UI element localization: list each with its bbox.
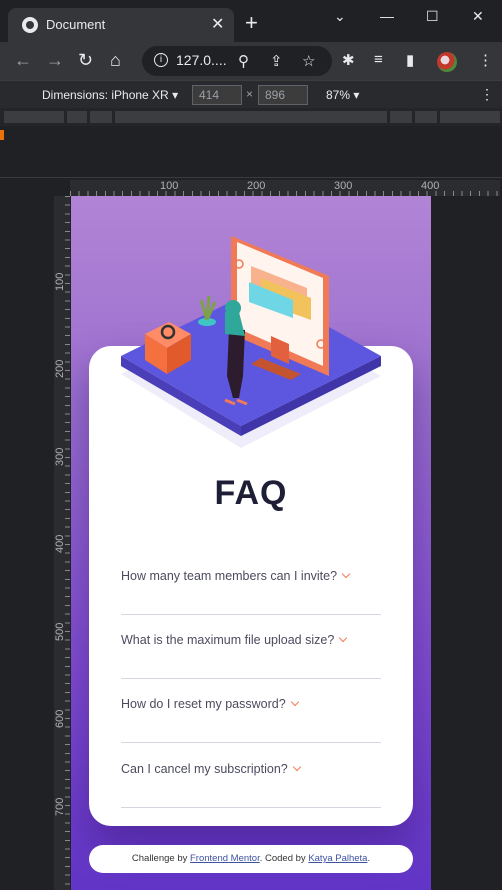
ruler-top: 100 200 300 400 <box>70 180 500 196</box>
zoom-icon[interactable]: ⚲ <box>238 52 249 70</box>
tab-search-icon[interactable]: ⌄ <box>334 8 346 25</box>
media-query-bar <box>0 108 502 126</box>
faq-item[interactable]: How do I reset my password? <box>121 679 381 743</box>
ruler-tick: 200 <box>54 359 66 378</box>
home-icon[interactable]: ⌂ <box>110 50 121 71</box>
width-input[interactable]: 414 <box>192 85 242 105</box>
zoom-select[interactable]: 87% ▾ <box>326 88 359 102</box>
ruler-tick: 100 <box>160 180 179 192</box>
ruler-tick: 300 <box>54 447 66 466</box>
frontend-mentor-link[interactable]: Frontend Mentor <box>190 853 260 864</box>
faq-item[interactable]: Can I cancel my subscription? <box>121 744 381 808</box>
chevron-down-icon <box>290 697 299 707</box>
ruler-tick: 400 <box>54 534 66 553</box>
forward-icon[interactable]: → <box>46 50 64 71</box>
url-text: 127.0.... <box>176 52 227 68</box>
ruler-left: 100 200 300 400 500 600 700 <box>54 196 70 890</box>
ruler-tick: 700 <box>54 797 66 816</box>
faq-item[interactable]: How many team members can I invite? <box>121 551 381 615</box>
ruler-tick: 500 <box>54 622 66 641</box>
chevron-down-icon <box>292 762 301 772</box>
faq-page: FAQ How many team members can I invite? … <box>71 196 431 890</box>
browser-toolbar: ← → ↻ ⌂ i 127.0.... ⚲ ⇪ ☆ ✱ ≡ ▮ ⋮ <box>0 42 502 80</box>
device-select[interactable]: Dimensions: iPhone XR ▾ <box>42 88 178 102</box>
extensions-icon[interactable]: ✱ <box>342 51 355 69</box>
bookmark-star-icon[interactable]: ☆ <box>302 52 315 70</box>
browser-titlebar: Document ✕ + ⌄ — ☐ ✕ <box>0 0 502 42</box>
new-tab-button[interactable]: + <box>245 12 258 34</box>
woman-online-illustration <box>121 236 381 448</box>
author-link[interactable]: Katya Palheta <box>308 853 367 864</box>
ruler-tick: 300 <box>334 180 353 192</box>
profile-avatar[interactable] <box>437 52 457 72</box>
device-label: Dimensions: iPhone XR <box>42 88 169 102</box>
devtools-spacer <box>0 126 502 178</box>
page-title: FAQ <box>214 474 288 512</box>
chevron-down-icon <box>339 633 348 643</box>
dimension-separator: × <box>246 87 254 101</box>
close-window-button[interactable]: ✕ <box>472 8 484 25</box>
info-icon[interactable]: i <box>154 53 168 67</box>
footer-suffix: . <box>367 853 371 864</box>
reload-icon[interactable]: ↻ <box>78 50 93 71</box>
faq-question-text: What is the maximum file upload size? <box>121 633 335 647</box>
faq-question[interactable]: Can I cancel my subscription? <box>121 762 301 776</box>
faq-question-text: How many team members can I invite? <box>121 569 338 583</box>
ruler-tick: 600 <box>54 709 66 728</box>
browser-tab[interactable]: Document ✕ <box>8 8 234 42</box>
menu-icon[interactable]: ⋮ <box>478 51 493 69</box>
back-icon[interactable]: ← <box>14 50 32 71</box>
globe-icon <box>22 17 38 33</box>
tab-title: Document <box>46 17 106 32</box>
ruler-tick: 400 <box>421 180 440 192</box>
media-query-marker <box>0 130 4 140</box>
close-tab-icon[interactable]: ✕ <box>211 14 224 34</box>
faq-question-text: Can I cancel my subscription? <box>121 762 288 776</box>
faq-question-text: How do I reset my password? <box>121 697 286 711</box>
faq-item[interactable]: What is the maximum file upload size? <box>121 615 381 679</box>
zoom-label: 87% <box>326 88 351 102</box>
faq-question[interactable]: How many team members can I invite? <box>121 569 351 583</box>
attribution-footer: Challenge by Frontend Mentor. Coded by K… <box>89 845 413 873</box>
footer-prefix: Challenge by <box>131 853 190 864</box>
ruler-tick: 100 <box>54 272 66 291</box>
faq-question[interactable]: What is the maximum file upload size? <box>121 633 348 647</box>
chevron-down-icon <box>341 569 351 579</box>
address-bar[interactable]: i 127.0.... ⚲ ⇪ ☆ <box>142 46 332 76</box>
device-menu-icon[interactable]: ⋮ <box>480 86 494 103</box>
minimize-button[interactable]: — <box>380 8 394 24</box>
device-toolbar: Dimensions: iPhone XR ▾ 414 × 896 87% ▾ … <box>0 80 502 108</box>
height-input[interactable]: 896 <box>258 85 308 105</box>
media-icon[interactable]: ≡ <box>374 51 383 68</box>
faq-question[interactable]: How do I reset my password? <box>121 697 299 711</box>
share-icon[interactable]: ⇪ <box>270 52 283 70</box>
sidebar-icon[interactable]: ▮ <box>406 51 414 69</box>
maximize-button[interactable]: ☐ <box>426 8 439 25</box>
footer-middle: . Coded by <box>259 853 309 864</box>
ruler-tick: 200 <box>247 180 266 192</box>
